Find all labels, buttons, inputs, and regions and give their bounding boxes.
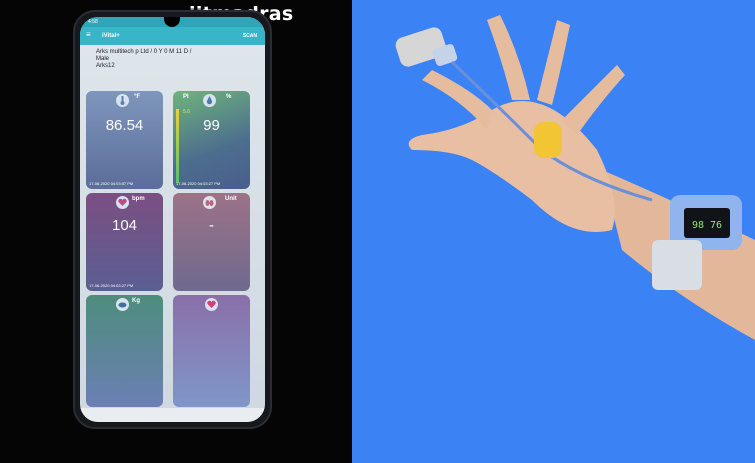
blood-pressure-card[interactable] [173, 295, 250, 407]
temperature-value: 86.54 [105, 117, 144, 134]
hand-with-wrist-oximeter: 98 76 [395, 15, 755, 340]
respiratory-value: - [209, 217, 214, 234]
thermometer-icon [116, 94, 129, 107]
pi-value: 5.0 [183, 109, 190, 115]
product-photo-panel: 98 76 [352, 0, 755, 463]
temperature-unit: °F [134, 94, 141, 100]
spo2-card[interactable]: PI 5.0 % 99 17-06-2020 04:03:27 PM [173, 91, 250, 189]
app-title: iVital+ [102, 33, 120, 39]
spo2-unit: % [226, 94, 232, 100]
app-bar: ≡ iVital+ SCAN [80, 27, 265, 45]
heart-icon [205, 298, 218, 311]
pi-label: PI [183, 94, 189, 100]
heart-rate-value: 104 [111, 217, 138, 234]
smartphone: 4:58 ≡ iVital+ SCAN Arks multitech p Ltd… [73, 10, 272, 429]
heart-icon [116, 196, 129, 209]
temperature-card[interactable]: °F 86.54 17-06-2020 04:03:57 PM [86, 91, 163, 189]
heart-rate-timestamp: 17-06-2020 04:03:27 PM [89, 283, 134, 288]
lungs-icon [203, 196, 216, 209]
heart-rate-unit: bpm [132, 196, 145, 202]
phone-screen: 4:58 ≡ iVital+ SCAN Arks multitech p Ltd… [80, 17, 265, 422]
weight-card[interactable]: Kg [86, 295, 163, 407]
respiratory-card[interactable]: Unit - [173, 193, 250, 291]
patient-info: Arks multitech p Ltd / 0 Y 0 M 11 D / Ma… [96, 49, 191, 70]
spo2-timestamp: 17-06-2020 04:03:27 PM [176, 181, 221, 186]
video-left-panel: iitmadras 4:58 ≡ iVital+ SCAN Arks multi… [0, 0, 352, 463]
patient-line-3: Arks12 [96, 63, 115, 69]
drop-icon [203, 94, 216, 107]
device-display-value: 98 76 [692, 220, 722, 231]
respiratory-unit: Unit [225, 196, 237, 202]
menu-icon[interactable]: ≡ [86, 31, 94, 39]
system-nav-bar[interactable] [80, 408, 265, 422]
heart-rate-card[interactable]: bpm 104 17-06-2020 04:03:27 PM [86, 193, 163, 291]
spo2-value: 99 [203, 117, 220, 134]
status-time: 4:58 [88, 19, 98, 25]
scan-button[interactable]: SCAN [243, 33, 257, 39]
temperature-timestamp: 17-06-2020 04:03:57 PM [89, 181, 134, 186]
weight-icon [116, 298, 129, 311]
patient-line-1: Arks multitech p Ltd / 0 Y 0 M 11 D / [96, 49, 192, 55]
weight-unit: Kg [132, 298, 140, 304]
patient-line-2: Male [96, 56, 110, 62]
